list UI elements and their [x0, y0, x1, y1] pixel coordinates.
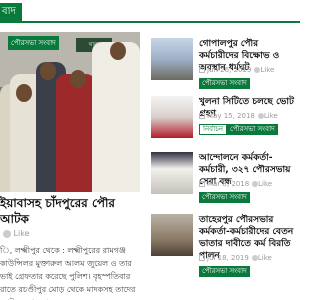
article-list-item[interactable]: গোপালপুর পৌর কর্মচারীদের বিক্ষোভ ও অবস্থ… — [151, 38, 300, 96]
photo-person-head — [70, 70, 86, 88]
category-badge[interactable]: পৌরসভা সংবাদ — [199, 266, 250, 277]
calendar-icon — [199, 255, 205, 261]
article-like-label[interactable]: Like — [258, 180, 272, 188]
photo-person-head — [110, 42, 126, 60]
calendar-icon — [199, 181, 205, 187]
article-meta: Jun 26, 2019 Like — [199, 66, 274, 76]
photo-person — [56, 74, 96, 192]
article-list-item[interactable]: খুলনা সিটিতে চলছে ভোট গ্রহণ May 15, 2018… — [151, 96, 300, 154]
article-meta: Mar 8, 2018 Like — [199, 180, 272, 190]
featured-article-title[interactable]: ইয়াবাসহ চাঁদপুরের পৌর আটক — [0, 195, 140, 227]
article-like-label[interactable]: Like — [260, 66, 274, 74]
article-thumbnail[interactable] — [151, 96, 193, 138]
article-date: Jun 26, 2019 — [207, 66, 252, 74]
featured-article[interactable]: থানা পৌরসভা সংবাদ ইয়াবাসহ চাঁদপুরের পৌর… — [0, 32, 140, 300]
top-navigation-bar: বাদ — [0, 0, 300, 23]
nav-divider — [0, 21, 300, 23]
article-thumbnail[interactable] — [151, 152, 193, 194]
calendar-icon — [199, 67, 205, 73]
category-badge[interactable]: পৌরসভা সংবাদ — [199, 192, 250, 203]
calendar-icon — [199, 113, 205, 119]
like-icon[interactable] — [3, 229, 11, 238]
featured-article-meta: Like — [0, 229, 140, 241]
photo-person — [92, 42, 140, 192]
article-date: Mar 8, 2018 — [207, 180, 250, 188]
article-date: May 15, 2018 — [207, 112, 255, 120]
article-like-label[interactable]: Like — [264, 112, 278, 120]
article-thumbnail[interactable] — [151, 214, 193, 256]
featured-like-label[interactable]: Like — [14, 229, 30, 238]
article-like-label[interactable]: Like — [258, 254, 272, 262]
photo-person-head — [16, 84, 32, 102]
article-list-item[interactable]: তাহেরপুর পৌরসভার কর্মকর্তা-কর্মচারীদের ব… — [151, 214, 300, 300]
category-badge[interactable]: পৌরসভা সংবাদ — [227, 124, 278, 135]
category-badge[interactable]: পৌরসভা সংবাদ — [199, 78, 250, 89]
article-meta: May 15, 2018 Like — [199, 112, 278, 122]
article-meta: Jul 18, 2019 Like — [199, 254, 272, 264]
featured-article-photo[interactable]: থানা পৌরসভা সংবাদ — [0, 32, 140, 192]
article-date: Jul 18, 2019 — [207, 254, 249, 262]
article-thumbnail[interactable] — [151, 38, 193, 80]
article-list-item[interactable]: আন্দোলনে কর্মকর্তা-কর্মচারী, ৩২৭ পৌরসভায… — [151, 152, 300, 210]
featured-category-badge[interactable]: পৌরসভা সংবাদ — [8, 36, 59, 50]
photo-person-head — [40, 62, 56, 80]
nav-tab-news[interactable]: বাদ — [0, 3, 22, 21]
category-badge-election[interactable]: নির্বাচন — [199, 124, 228, 135]
featured-article-excerpt: ি, লক্ষ্মীপুর থেকে : লক্ষ্মীপুরের রামগঞ্… — [0, 246, 136, 300]
